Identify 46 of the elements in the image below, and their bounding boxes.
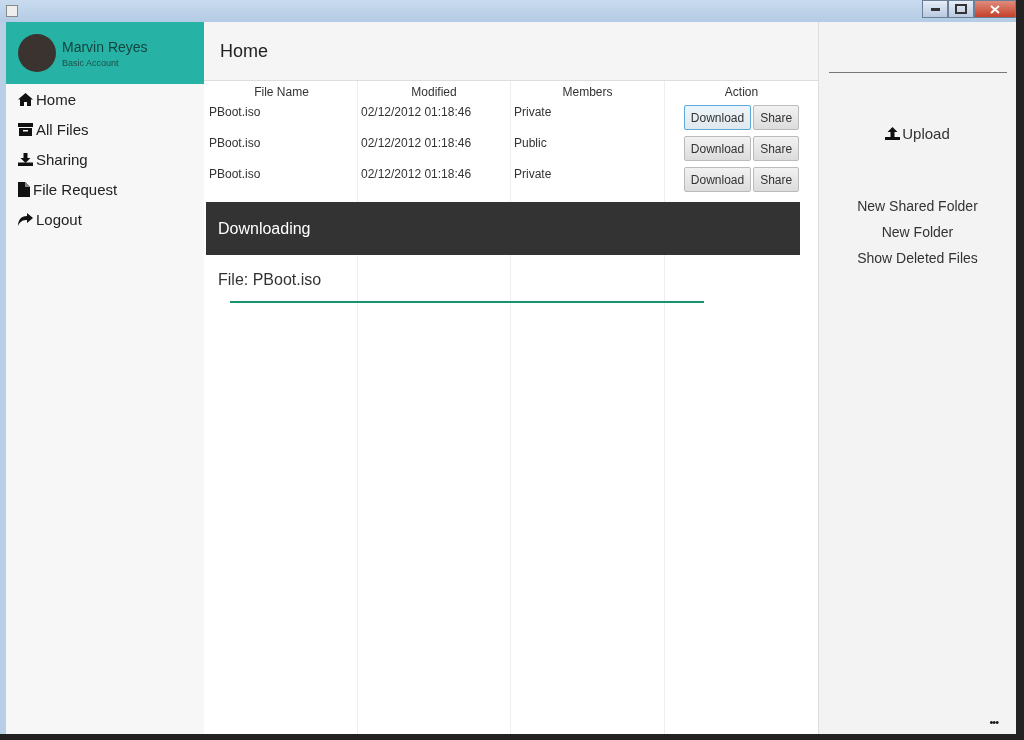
upload-button[interactable]: Upload bbox=[885, 125, 950, 142]
download-button[interactable]: Download bbox=[683, 105, 752, 130]
table-cell: 02/12/2012 01:18:46 bbox=[361, 136, 472, 150]
table-cell: Public bbox=[514, 136, 547, 150]
column-header: Action bbox=[723, 84, 760, 101]
table-cell: PBoot.iso bbox=[209, 105, 261, 119]
column-header: Modified bbox=[410, 84, 458, 101]
share-button[interactable]: Share bbox=[753, 105, 800, 130]
table-cell: PBoot.iso bbox=[209, 167, 261, 181]
user-name: Marvin Reyes bbox=[62, 38, 148, 55]
download-button[interactable]: Download bbox=[683, 136, 752, 161]
file-icon bbox=[18, 181, 30, 197]
download-icon bbox=[18, 152, 33, 166]
archive-icon bbox=[18, 122, 33, 136]
column-header: File Name bbox=[253, 84, 310, 101]
dialog-title: Downloading bbox=[218, 219, 311, 238]
table-cell: Private bbox=[514, 167, 552, 181]
page-title: Home bbox=[220, 40, 268, 62]
column-header: Members bbox=[561, 84, 614, 101]
sidebar-item[interactable]: Home bbox=[6, 84, 204, 114]
account-type: Basic Account bbox=[62, 57, 120, 68]
file-label: File: PBoot.iso bbox=[218, 271, 323, 289]
share-arrow-icon bbox=[18, 212, 33, 226]
sidebar-item[interactable]: Logout bbox=[6, 204, 204, 234]
close-icon bbox=[990, 4, 1000, 14]
table-cell: PBoot.iso bbox=[209, 136, 261, 150]
action-link[interactable]: New Folder bbox=[881, 224, 954, 240]
sidebar-item[interactable]: All Files bbox=[6, 114, 204, 144]
table-cell: 02/12/2012 01:18:46 bbox=[361, 167, 472, 181]
minimize-button[interactable] bbox=[922, 0, 948, 18]
more-button[interactable]: ••• bbox=[989, 716, 998, 728]
app-icon bbox=[6, 5, 18, 17]
sidebar-item[interactable]: File Request bbox=[6, 174, 204, 204]
close-button[interactable] bbox=[974, 0, 1016, 18]
share-button[interactable]: Share bbox=[753, 136, 800, 161]
download-button[interactable]: Download bbox=[683, 167, 752, 192]
action-link[interactable]: New Shared Folder bbox=[857, 198, 978, 214]
table-cell: 02/12/2012 01:18:46 bbox=[361, 105, 472, 119]
sidebar-item[interactable]: Sharing bbox=[6, 144, 204, 174]
maximize-button[interactable] bbox=[948, 0, 974, 18]
action-link[interactable]: Show Deleted Files bbox=[857, 250, 978, 266]
avatar bbox=[18, 34, 56, 72]
home-icon bbox=[18, 92, 33, 106]
upload-icon bbox=[885, 127, 901, 140]
table-cell: Private bbox=[514, 105, 552, 119]
share-button[interactable]: Share bbox=[753, 167, 800, 192]
